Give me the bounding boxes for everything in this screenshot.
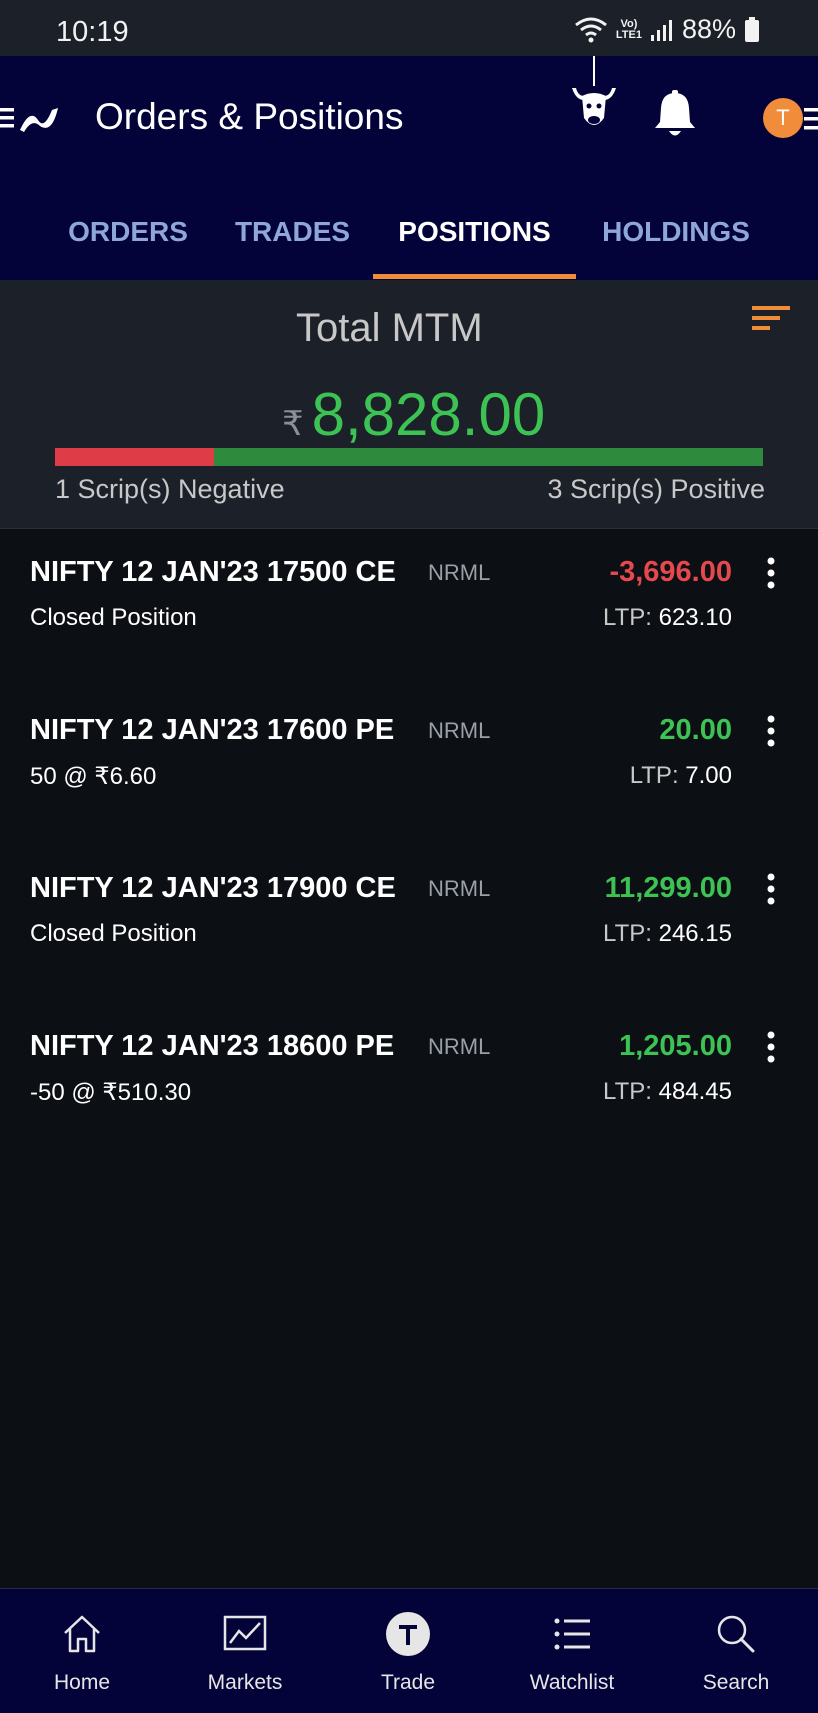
position-pnl: 1,205.00 xyxy=(619,1030,732,1062)
position-name: NIFTY 12 JAN'23 17900 CE xyxy=(30,872,396,904)
scrip-ratio-bar xyxy=(55,448,763,466)
position-pnl: 20.00 xyxy=(659,714,732,746)
app-header: Orders & Positions T ORDERS TRADES POSIT… xyxy=(0,56,818,280)
battery-percent: 88% xyxy=(681,14,736,44)
product-type: NRML xyxy=(428,876,491,901)
position-pnl: -3,696.00 xyxy=(609,556,732,588)
wifi-icon xyxy=(574,15,608,45)
position-ltp: LTP: 246.15 xyxy=(603,920,732,948)
position-pnl: 11,299.00 xyxy=(604,872,732,904)
nav-watchlist[interactable]: Watchlist xyxy=(512,1611,632,1695)
page-title: Orders & Positions xyxy=(95,96,404,137)
bell-icon[interactable] xyxy=(652,90,698,140)
product-type: NRML xyxy=(428,718,491,743)
position-detail: Closed Position xyxy=(30,604,197,631)
position-detail: 50 @ ₹6.60 xyxy=(30,763,157,790)
position-name: NIFTY 12 JAN'23 17500 CE xyxy=(30,556,396,588)
signal-icon xyxy=(650,18,674,42)
tab-holdings[interactable]: HOLDINGS xyxy=(592,206,760,280)
nav-watchlist-label: Watchlist xyxy=(529,1671,615,1694)
nav-home[interactable]: Home xyxy=(22,1611,142,1695)
nav-search[interactable]: Search xyxy=(676,1611,796,1695)
trade-t-icon xyxy=(386,1612,430,1656)
tab-orders[interactable]: ORDERS xyxy=(50,206,206,280)
ltp-label: LTP: xyxy=(603,604,652,631)
ltp-label: LTP: xyxy=(629,762,679,789)
position-name: NIFTY 12 JAN'23 18600 PE xyxy=(30,1030,395,1062)
bottom-nav: Home Markets Trade Watchlist Search xyxy=(0,1588,818,1713)
position-row[interactable]: NIFTY 12 JAN'23 17500 CE NRML Closed Pos… xyxy=(0,530,818,688)
status-bar: 10:19 Vo) LTE1 88% xyxy=(0,0,818,56)
ltp-value: 484.45 xyxy=(658,1078,732,1105)
more-options-icon[interactable] xyxy=(764,872,778,906)
watchlist-icon xyxy=(554,1618,590,1650)
product-type: NRML xyxy=(428,560,491,585)
home-icon xyxy=(64,1615,100,1653)
nav-trade-label: Trade xyxy=(380,1671,436,1694)
total-mtm-panel: Total MTM ₹ 8,828.00 1 Scrip(s) Negative… xyxy=(0,280,818,529)
position-ltp: LTP: 484.45 xyxy=(603,1078,732,1106)
ltp-value: 246.15 xyxy=(658,920,732,947)
position-ltp: LTP: 623.10 xyxy=(603,604,732,632)
tab-positions[interactable]: POSITIONS xyxy=(373,206,576,280)
negative-scrips-text: 1 Scrip(s) Negative xyxy=(55,474,285,504)
status-indicators: Vo) LTE1 88% xyxy=(574,14,760,45)
nav-markets-label: Markets xyxy=(207,1671,283,1694)
position-detail: Closed Position xyxy=(30,920,197,947)
nav-home-label: Home xyxy=(53,1671,111,1694)
ltp-value: 7.00 xyxy=(685,762,732,789)
position-ltp: LTP: 7.00 xyxy=(630,762,732,790)
active-tab-indicator xyxy=(373,274,576,279)
rupee-symbol: ₹ xyxy=(282,405,304,443)
total-mtm-label: Total MTM xyxy=(296,306,483,350)
volte-indicator: Vo) LTE1 xyxy=(615,17,642,41)
bull-icon[interactable] xyxy=(568,56,620,140)
ratio-bar-negative xyxy=(55,448,215,466)
avatar[interactable]: T xyxy=(763,98,803,138)
ltp-label: LTP: xyxy=(603,920,652,947)
menu-logo-button[interactable] xyxy=(0,100,66,136)
battery-icon xyxy=(744,16,760,43)
nav-search-label: Search xyxy=(702,1671,770,1694)
sort-icon[interactable] xyxy=(750,302,792,336)
ltp-value: 623.10 xyxy=(658,604,732,631)
search-icon xyxy=(717,1615,755,1653)
position-row[interactable]: NIFTY 12 JAN'23 17900 CE NRML Closed Pos… xyxy=(0,846,818,1004)
nav-trade[interactable]: Trade xyxy=(348,1611,468,1695)
markets-chart-icon xyxy=(223,1615,267,1651)
position-row[interactable]: NIFTY 12 JAN'23 18600 PE NRML -50 @ ₹510… xyxy=(0,1004,818,1162)
position-detail: -50 @ ₹510.30 xyxy=(30,1079,192,1106)
profile-menu-icon[interactable] xyxy=(804,106,818,132)
more-options-icon[interactable] xyxy=(764,556,778,590)
position-name: NIFTY 12 JAN'23 17600 PE xyxy=(30,714,395,746)
status-time: 10:19 xyxy=(56,16,129,48)
product-type: NRML xyxy=(428,1034,491,1059)
tab-bar: ORDERS TRADES POSITIONS HOLDINGS xyxy=(0,206,818,280)
positive-scrips-text: 3 Scrip(s) Positive xyxy=(547,474,765,504)
total-mtm-value: 8,828.00 xyxy=(311,381,546,448)
more-options-icon[interactable] xyxy=(764,714,778,748)
nav-markets[interactable]: Markets xyxy=(185,1611,305,1695)
position-row[interactable]: NIFTY 12 JAN'23 17600 PE NRML 50 @ ₹6.60… xyxy=(0,688,818,846)
tab-trades[interactable]: TRADES xyxy=(215,206,370,280)
ltp-label: LTP: xyxy=(603,1078,652,1105)
total-mtm-value-row: ₹ 8,828.00 xyxy=(282,380,545,449)
more-options-icon[interactable] xyxy=(764,1030,778,1064)
ratio-bar-positive xyxy=(214,448,763,466)
